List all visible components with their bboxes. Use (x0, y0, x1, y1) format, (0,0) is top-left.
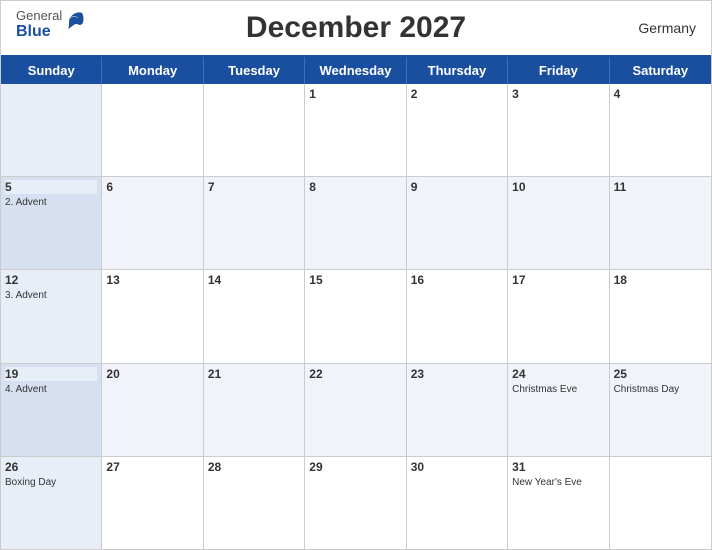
day-number: 22 (309, 367, 401, 381)
day-cell (1, 84, 102, 176)
day-number: 24 (512, 367, 604, 381)
day-number: 25 (614, 367, 707, 381)
day-number: 27 (106, 460, 198, 474)
day-cell: 11 (610, 177, 711, 269)
day-cell (204, 84, 305, 176)
country-label: Germany (638, 20, 696, 36)
logo-blue-text: Blue (16, 23, 62, 41)
day-number: 3 (512, 87, 604, 101)
day-headers-row: Sunday Monday Tuesday Wednesday Thursday… (1, 57, 711, 84)
week-row-2: 5 2. Advent 6789 10 11 (1, 177, 711, 270)
week-row-1: 1234 (1, 84, 711, 177)
header-wednesday: Wednesday (305, 57, 406, 84)
logo-general-text: General (16, 9, 62, 23)
day-cell: 22 (305, 364, 406, 456)
day-number: 9 (411, 180, 503, 194)
day-cell: 2 (407, 84, 508, 176)
day-cell: 13 (102, 270, 203, 362)
day-number: 20 (106, 367, 198, 381)
day-cell: 27 (102, 457, 203, 549)
day-number: 17 (512, 273, 604, 287)
header-friday: Friday (508, 57, 609, 84)
calendar-container: General Blue December 2027 Germany Sunda… (0, 0, 712, 550)
day-number: 14 (208, 273, 300, 287)
weeks-container: 123452. Advent67891011123. Advent1314151… (1, 84, 711, 549)
day-number: 21 (208, 367, 300, 381)
day-number: 7 (208, 180, 300, 194)
day-number: 4 (614, 87, 707, 101)
holiday-label: 4. Advent (5, 383, 97, 396)
day-number: 30 (411, 460, 503, 474)
day-cell: 5 2. Advent (1, 177, 102, 269)
holiday-label: Christmas Day (614, 383, 707, 396)
day-number: 29 (309, 460, 401, 474)
holiday-label: 3. Advent (5, 289, 97, 302)
holiday-label: 2. Advent (5, 196, 97, 209)
logo-texts: General Blue (16, 9, 62, 41)
day-number: 26 (5, 460, 97, 474)
week-row-3: 12 3. Advent 13 14 15 16 17 18 (1, 270, 711, 363)
day-cell: 21 (204, 364, 305, 456)
day-cell: 23 (407, 364, 508, 456)
day-cell: 15 (305, 270, 406, 362)
day-cell: 31 New Year's Eve (508, 457, 609, 549)
header-saturday: Saturday (610, 57, 711, 84)
day-cell: 6 (102, 177, 203, 269)
day-number: 1 (309, 87, 401, 101)
calendar-grid: Sunday Monday Tuesday Wednesday Thursday… (1, 55, 711, 549)
day-cell (102, 84, 203, 176)
day-cell: 12 3. Advent (1, 270, 102, 362)
header-tuesday: Tuesday (204, 57, 305, 84)
day-number: 13 (106, 273, 198, 287)
day-cell: 3 (508, 84, 609, 176)
day-number: 6 (106, 180, 198, 194)
day-cell: 4 (610, 84, 711, 176)
logo-bird-icon (64, 10, 86, 32)
day-cell: 24 Christmas Eve (508, 364, 609, 456)
month-title: December 2027 (246, 11, 466, 45)
day-cell: 29 (305, 457, 406, 549)
day-cell: 8 (305, 177, 406, 269)
day-number: 2 (411, 87, 503, 101)
holiday-label: Boxing Day (5, 476, 97, 489)
day-number: 23 (411, 367, 503, 381)
day-cell: 10 (508, 177, 609, 269)
day-cell: 30 (407, 457, 508, 549)
week-row-5: 26 Boxing Day 27 28 29 30 31 New Year's Eve (1, 457, 711, 549)
day-cell: 20 (102, 364, 203, 456)
day-number: 8 (309, 180, 401, 194)
logo: General Blue (16, 9, 86, 41)
day-cell: 18 (610, 270, 711, 362)
day-number: 28 (208, 460, 300, 474)
day-cell: 16 (407, 270, 508, 362)
day-cell (610, 457, 711, 549)
day-number: 5 (5, 180, 97, 194)
holiday-label: Christmas Eve (512, 383, 604, 396)
holiday-label: New Year's Eve (512, 476, 604, 489)
day-cell: 9 (407, 177, 508, 269)
day-cell: 19 4. Advent (1, 364, 102, 456)
day-number: 19 (5, 367, 97, 381)
week-row-4: 19 4. Advent 20 21 22 23 24 Christmas Eve 25 Chri… (1, 364, 711, 457)
day-number: 16 (411, 273, 503, 287)
calendar-header: General Blue December 2027 Germany (1, 1, 711, 55)
day-number: 31 (512, 460, 604, 474)
day-cell: 14 (204, 270, 305, 362)
header-sunday: Sunday (1, 57, 102, 84)
day-number: 12 (5, 273, 97, 287)
day-number: 15 (309, 273, 401, 287)
day-cell: 28 (204, 457, 305, 549)
day-cell: 7 (204, 177, 305, 269)
header-monday: Monday (102, 57, 203, 84)
day-number: 11 (614, 180, 707, 194)
day-cell: 25 Christmas Day (610, 364, 711, 456)
day-cell: 1 (305, 84, 406, 176)
day-number: 18 (614, 273, 707, 287)
day-number: 10 (512, 180, 604, 194)
day-cell: 26 Boxing Day (1, 457, 102, 549)
day-cell: 17 (508, 270, 609, 362)
header-thursday: Thursday (407, 57, 508, 84)
